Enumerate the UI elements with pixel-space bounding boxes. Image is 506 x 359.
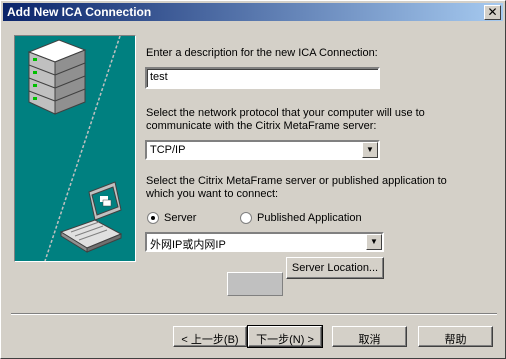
server-stack-icon [27, 39, 87, 115]
description-input[interactable]: test [145, 67, 380, 89]
server-label-line2: which you want to connect: [146, 188, 279, 200]
server-location-button[interactable]: Server Location... [286, 257, 384, 279]
back-button[interactable]: < 上一步(B) [173, 326, 247, 347]
laptop-icon [59, 181, 123, 253]
description-label: Enter a description for the new ICA Conn… [146, 47, 378, 59]
server-label-line1: Select the Citrix MetaFrame server or pu… [146, 175, 447, 187]
close-icon: ✕ [487, 5, 498, 19]
protocol-select[interactable]: TCP/IP ▼ [145, 140, 380, 160]
protocol-selected-value: TCP/IP [150, 144, 186, 156]
dialog-window: Add New ICA Connection ✕ Enter a descrip… [0, 0, 506, 359]
next-button[interactable]: 下一步(N) > [247, 325, 323, 348]
dropdown-arrow-icon[interactable]: ▼ [366, 234, 382, 250]
protocol-label-line2: communicate with the Citrix MetaFrame se… [146, 120, 377, 132]
cancel-button[interactable]: 取消 [332, 326, 407, 347]
server-radio-label[interactable]: Server [164, 212, 196, 225]
published-application-radio-label[interactable]: Published Application [257, 212, 362, 225]
server-radio[interactable] [147, 212, 159, 224]
dropdown-arrow-icon[interactable]: ▼ [362, 142, 378, 158]
status-indicator-box [227, 272, 283, 296]
window-title: Add New ICA Connection [7, 5, 152, 19]
protocol-label-line1: Select the network protocol that your co… [146, 107, 425, 119]
radio-selected-dot [151, 216, 155, 220]
server-selected-value: 外网IP或内网IP [150, 239, 226, 251]
server-select[interactable]: 外网IP或内网IP ▼ [145, 232, 384, 252]
close-button[interactable]: ✕ [484, 5, 501, 20]
connection-illustration [14, 35, 136, 262]
help-button[interactable]: 帮助 [418, 326, 493, 347]
button-separator [11, 313, 497, 315]
title-bar: Add New ICA Connection ✕ [3, 3, 503, 21]
published-application-radio[interactable] [240, 212, 252, 224]
